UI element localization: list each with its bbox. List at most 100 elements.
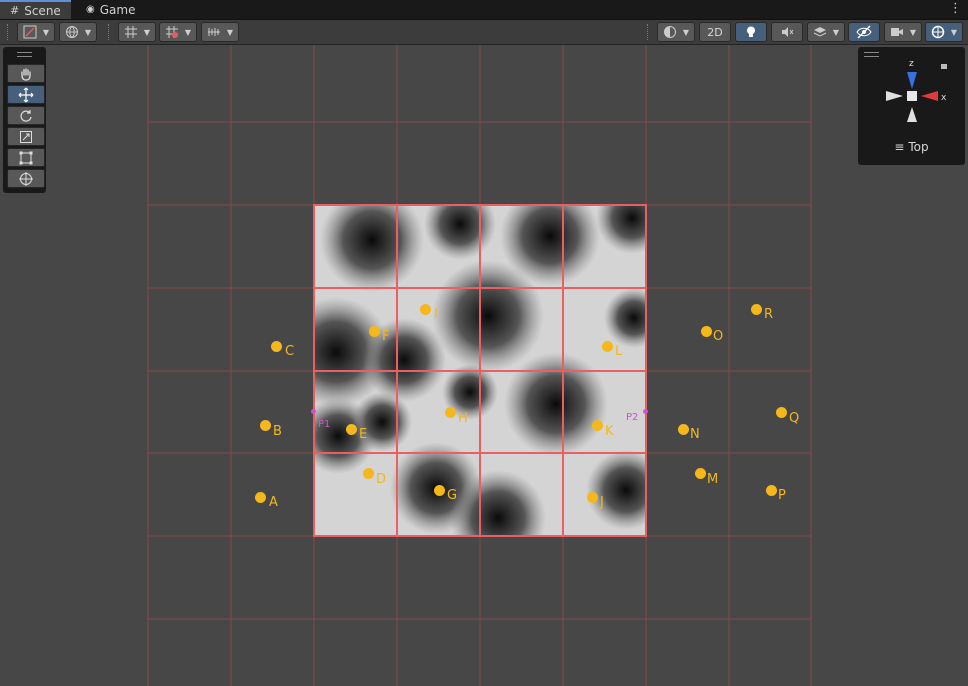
camera-icon (890, 28, 903, 36)
scene-canvas[interactable] (0, 45, 968, 686)
point-label-p2: P2 (626, 412, 639, 423)
toolbar-grip[interactable] (108, 24, 111, 40)
camera-dropdown[interactable]: ▼ (884, 22, 922, 42)
marker-q[interactable] (776, 407, 787, 418)
marker-label-l: L (615, 344, 623, 359)
x-axis-cone-icon[interactable] (921, 91, 938, 101)
voronoi-texture (314, 205, 646, 536)
marker-label-f: F (382, 329, 390, 344)
gizmo-center-cube-icon[interactable] (907, 91, 917, 101)
transform-tool-button[interactable] (7, 169, 45, 188)
grid-snapping-dropdown[interactable]: ▼ (118, 22, 156, 42)
marker-label-c: C (285, 344, 295, 359)
point-p1[interactable] (311, 409, 316, 414)
hand-icon (21, 67, 31, 81)
marker-label-b: B (273, 424, 282, 439)
axis-gizmo[interactable]: z x (858, 47, 965, 137)
toolbar-grip[interactable] (647, 24, 650, 40)
tool-palette (3, 47, 46, 193)
move-icon (18, 87, 34, 102)
gamepad-icon: ◉ (86, 4, 95, 15)
tab-game[interactable]: ◉ Game (76, 0, 145, 19)
chevron-down-icon: ▼ (832, 27, 840, 37)
point-label-p1: P1 (318, 419, 331, 430)
tab-scene[interactable]: # Scene (0, 0, 71, 19)
draw-mode-icon (23, 25, 37, 39)
layers-icon (813, 27, 827, 37)
marker-b[interactable] (260, 420, 271, 431)
marker-c[interactable] (271, 341, 282, 352)
rect-icon (19, 151, 33, 164)
scale-icon (20, 130, 32, 143)
draw-mode-dropdown[interactable]: ▼ (17, 22, 55, 42)
marker-o[interactable] (701, 326, 712, 337)
marker-label-h: H (458, 411, 468, 426)
ruler-dropdown[interactable]: ▼ (201, 22, 239, 42)
point-p2[interactable] (643, 409, 648, 414)
view-label[interactable]: ≡ Top (858, 140, 965, 154)
marker-f[interactable] (369, 326, 380, 337)
hand-tool-button[interactable] (7, 64, 45, 83)
scene-visibility-toggle[interactable] (848, 22, 880, 42)
tool-palette-grip[interactable] (17, 52, 32, 57)
scale-tool-button[interactable] (7, 127, 45, 146)
view-2d-button[interactable]: 2D (699, 22, 731, 42)
gizmo-z-label: z (909, 59, 914, 69)
shading-mode-dropdown[interactable]: ▼ (657, 22, 695, 42)
marker-n[interactable] (678, 424, 689, 435)
marker-label-e: E (359, 427, 368, 442)
marker-label-g: G (447, 488, 458, 503)
audio-toggle[interactable] (771, 22, 803, 42)
marker-label-o: O (713, 329, 724, 344)
audio-mute-icon (782, 27, 794, 37)
effects-dropdown[interactable]: ▼ (807, 22, 845, 42)
rotate-tool-button[interactable] (7, 106, 45, 125)
chevron-down-icon: ▼ (226, 27, 234, 37)
tab-bar: # Scene ◉ Game ⋮ (0, 0, 968, 20)
marker-r[interactable] (751, 304, 762, 315)
shading-sphere-icon (663, 26, 676, 38)
neg-z-axis-cone-icon[interactable] (907, 107, 917, 122)
move-tool-button[interactable] (7, 85, 45, 104)
rotate-icon (20, 109, 32, 122)
marker-i[interactable] (420, 304, 431, 315)
marker-l[interactable] (602, 341, 613, 352)
marker-m[interactable] (695, 468, 706, 479)
lightbulb-icon (747, 26, 755, 37)
marker-g[interactable] (434, 485, 445, 496)
increment-snap-dropdown[interactable]: ▼ (159, 22, 197, 42)
lighting-toggle[interactable] (735, 22, 767, 42)
neg-x-axis-cone-icon[interactable] (886, 91, 903, 101)
gizmo-x-label: x (941, 93, 947, 103)
marker-label-p: P (778, 488, 786, 503)
chevron-down-icon: ▼ (184, 27, 192, 37)
tab-game-label: Game (99, 2, 136, 17)
marker-a[interactable] (255, 492, 266, 503)
rect-tool-button[interactable] (7, 148, 45, 167)
gizmo-lock-icon[interactable] (941, 64, 947, 69)
scene-viewport[interactable]: A B C D E F G H I J K L M N O P Q R P1 P… (0, 45, 968, 686)
marker-p[interactable] (766, 485, 777, 496)
marker-h[interactable] (445, 407, 456, 418)
global-dropdown[interactable]: ▼ (59, 22, 97, 42)
more-options-icon[interactable]: ⋮ (949, 1, 962, 16)
z-axis-cone-icon[interactable] (907, 72, 917, 89)
marker-label-m: M (707, 472, 719, 487)
marker-k[interactable] (592, 420, 603, 431)
toolbar-grip[interactable] (7, 24, 10, 40)
gizmo-globe-icon (931, 25, 945, 39)
marker-d[interactable] (363, 468, 374, 479)
magnet-grid-icon (165, 26, 178, 38)
gizmos-dropdown[interactable]: ▼ (925, 22, 963, 42)
hamburger-icon: ≡ (894, 140, 905, 154)
marker-label-r: R (764, 307, 774, 322)
marker-label-d: D (376, 472, 387, 487)
marker-label-a: A (269, 495, 278, 510)
marker-label-q: Q (789, 411, 800, 426)
marker-e[interactable] (346, 424, 357, 435)
marker-label-n: N (690, 427, 700, 442)
orientation-gizmo[interactable]: z x ≡ Top (858, 47, 965, 165)
chevron-down-icon: ▼ (909, 27, 917, 37)
view-label-text: Top (908, 140, 929, 154)
marker-j[interactable] (587, 492, 598, 503)
